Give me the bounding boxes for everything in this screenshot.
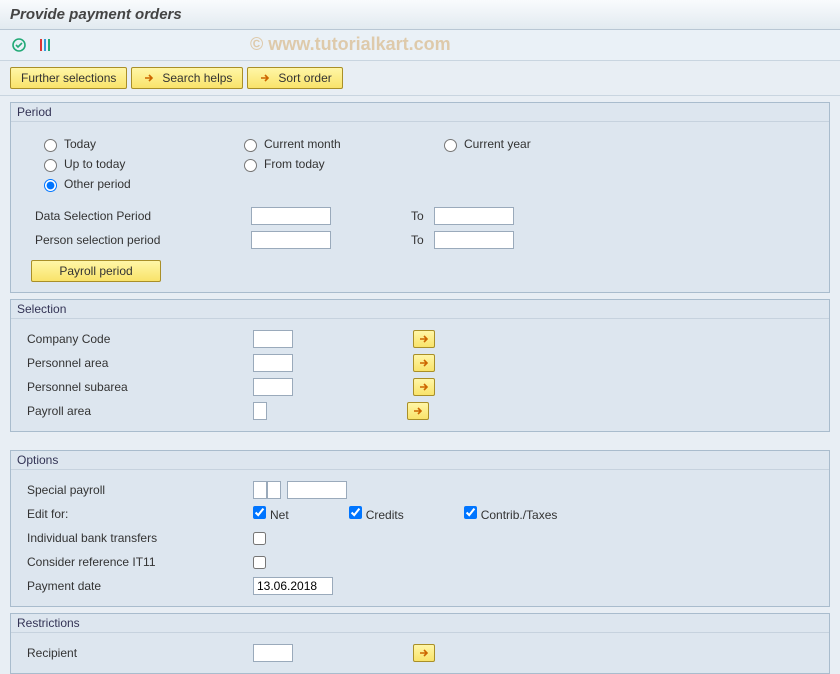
- payroll-area-multi-button[interactable]: [407, 402, 429, 420]
- label: Sort order: [278, 71, 331, 85]
- recipient-label: Recipient: [23, 644, 253, 662]
- company-code-label: Company Code: [23, 330, 253, 348]
- arrow-right-icon: [412, 405, 424, 417]
- further-selections-button[interactable]: Further selections: [10, 67, 127, 89]
- label: Search helps: [162, 71, 232, 85]
- selection-legend: Selection: [11, 300, 829, 319]
- app-toolbar: [0, 30, 840, 61]
- arrow-right-icon: [418, 647, 430, 659]
- radio-other-period[interactable]: Other period: [39, 176, 179, 192]
- period-group: Period Today Current month Current year …: [10, 102, 830, 293]
- payroll-area-label: Payroll area: [23, 402, 253, 420]
- payroll-period-button[interactable]: Payroll period: [31, 260, 161, 282]
- special-payroll-label: Special payroll: [23, 481, 253, 499]
- edit-for-label: Edit for:: [23, 505, 253, 523]
- to-label: To: [411, 209, 424, 223]
- personnel-area-multi-button[interactable]: [413, 354, 435, 372]
- person-selection-to-input[interactable]: [434, 231, 514, 249]
- net-checkbox[interactable]: Net: [253, 506, 289, 522]
- arrow-right-icon: [142, 71, 156, 85]
- person-selection-period-label: Person selection period: [31, 231, 251, 249]
- recipient-multi-button[interactable]: [413, 644, 435, 662]
- consider-ref-label: Consider reference IT11: [23, 553, 253, 571]
- special-payroll-input-2[interactable]: [267, 481, 281, 499]
- radio-current-month[interactable]: Current month: [239, 136, 379, 152]
- variant-icon[interactable]: [36, 36, 54, 54]
- company-code-multi-button[interactable]: [413, 330, 435, 348]
- individual-transfers-label: Individual bank transfers: [23, 529, 253, 547]
- arrow-right-icon: [258, 71, 272, 85]
- payment-date-input[interactable]: [253, 577, 333, 595]
- options-legend: Options: [11, 451, 829, 470]
- radio-today[interactable]: Today: [39, 136, 179, 152]
- search-helps-button[interactable]: Search helps: [131, 67, 243, 89]
- selection-toolbar: Further selections Search helps Sort ord…: [0, 61, 840, 96]
- arrow-right-icon: [418, 357, 430, 369]
- individual-transfers-checkbox[interactable]: [253, 532, 266, 545]
- recipient-input[interactable]: [253, 644, 293, 662]
- period-legend: Period: [11, 103, 829, 122]
- personnel-subarea-input[interactable]: [253, 378, 293, 396]
- personnel-area-label: Personnel area: [23, 354, 253, 372]
- arrow-right-icon: [418, 381, 430, 393]
- radio-current-year[interactable]: Current year: [439, 136, 579, 152]
- restrictions-legend: Restrictions: [11, 614, 829, 633]
- personnel-area-input[interactable]: [253, 354, 293, 372]
- page-title: Provide payment orders: [0, 0, 840, 30]
- data-selection-period-label: Data Selection Period: [31, 207, 251, 225]
- selection-group: Selection Company Code Personnel area Pe…: [10, 299, 830, 432]
- options-group: Options Special payroll Edit for: Net Cr…: [10, 450, 830, 607]
- sort-order-button[interactable]: Sort order: [247, 67, 342, 89]
- data-selection-to-input[interactable]: [434, 207, 514, 225]
- person-selection-from-input[interactable]: [251, 231, 331, 249]
- label: Payroll period: [59, 264, 132, 278]
- arrow-right-icon: [418, 333, 430, 345]
- payment-date-label: Payment date: [23, 577, 253, 595]
- data-selection-from-input[interactable]: [251, 207, 331, 225]
- company-code-input[interactable]: [253, 330, 293, 348]
- execute-icon[interactable]: [10, 36, 28, 54]
- personnel-subarea-label: Personnel subarea: [23, 378, 253, 396]
- special-payroll-input-1[interactable]: [253, 481, 267, 499]
- label: Further selections: [21, 71, 116, 85]
- personnel-subarea-multi-button[interactable]: [413, 378, 435, 396]
- special-payroll-input-3[interactable]: [287, 481, 347, 499]
- to-label: To: [411, 233, 424, 247]
- radio-from-today[interactable]: From today: [239, 156, 379, 172]
- consider-ref-checkbox[interactable]: [253, 556, 266, 569]
- credits-checkbox[interactable]: Credits: [349, 506, 404, 522]
- contrib-taxes-checkbox[interactable]: Contrib./Taxes: [464, 506, 558, 522]
- payroll-area-input[interactable]: [253, 402, 267, 420]
- radio-up-to-today[interactable]: Up to today: [39, 156, 179, 172]
- restrictions-group: Restrictions Recipient: [10, 613, 830, 674]
